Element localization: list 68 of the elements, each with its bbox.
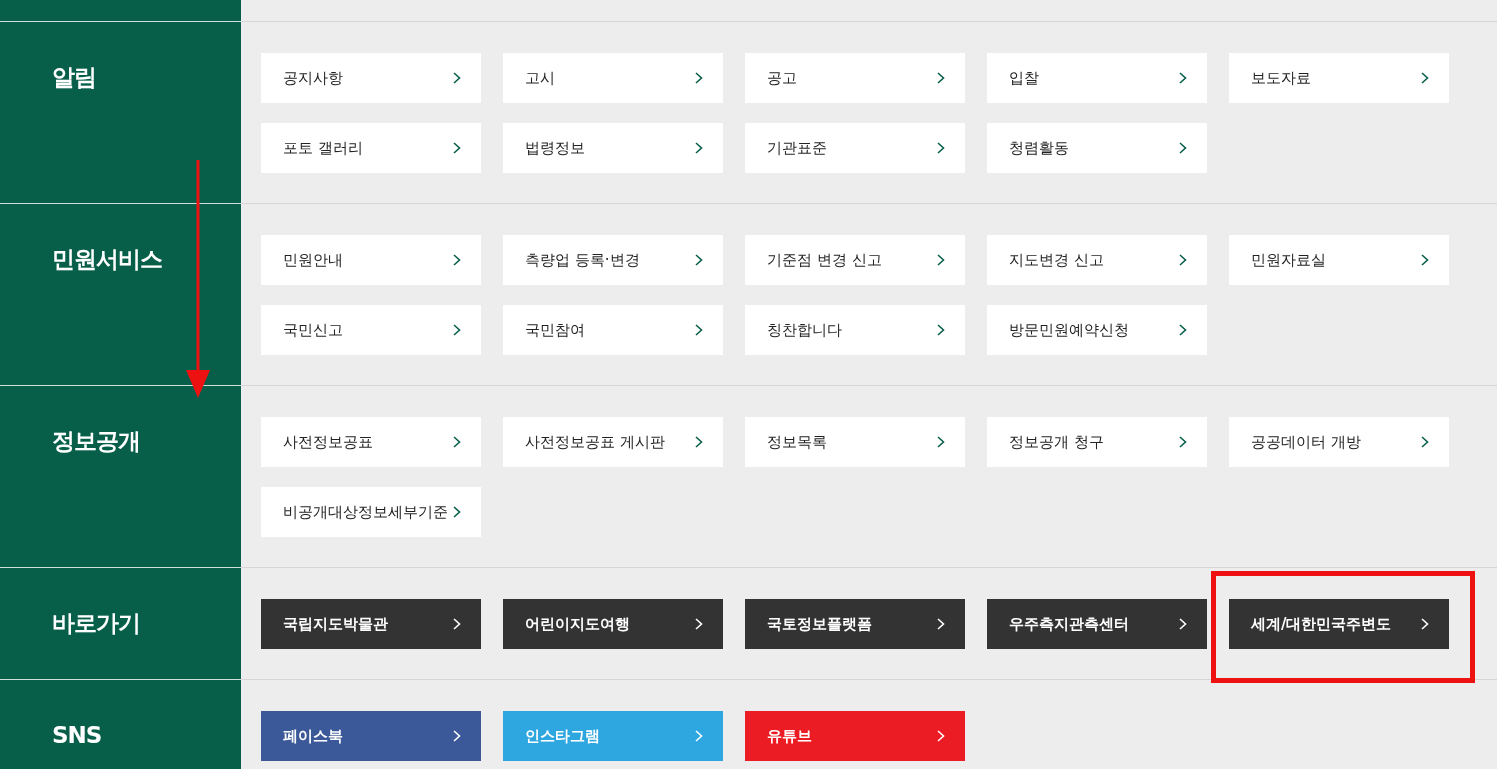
link-button[interactable]: 어린이지도여행 <box>503 599 723 649</box>
link-button[interactable]: 칭찬합니다 <box>745 305 965 355</box>
link-button[interactable]: 비공개대상정보세부기준 <box>261 487 481 537</box>
link-button[interactable]: 포토 갤러리 <box>261 123 481 173</box>
chevron-right-icon <box>453 506 461 518</box>
link-button[interactable]: 입찰 <box>987 53 1207 103</box>
link-button[interactable]: 사전정보공표 게시판 <box>503 417 723 467</box>
link-button[interactable]: 공공데이터 개방 <box>1229 417 1449 467</box>
link-button[interactable]: 민원자료실 <box>1229 235 1449 285</box>
link-button[interactable]: 페이스북 <box>261 711 481 761</box>
section-heading: 정보공개 <box>52 427 141 456</box>
section-heading: 알림 <box>52 63 97 92</box>
chevron-right-icon <box>695 618 703 630</box>
link-button[interactable]: 고시 <box>503 53 723 103</box>
chevron-right-icon <box>937 72 945 84</box>
link-button[interactable]: 법령정보 <box>503 123 723 173</box>
link-button[interactable]: 사전정보공표 <box>261 417 481 467</box>
link-button[interactable]: 우주측지관측센터 <box>987 599 1207 649</box>
chevron-right-icon <box>453 618 461 630</box>
section-heading: 민원서비스 <box>52 245 163 274</box>
link-button[interactable]: 지도변경 신고 <box>987 235 1207 285</box>
chevron-right-icon <box>937 436 945 448</box>
link-button[interactable]: 국립지도박물관 <box>261 599 481 649</box>
chevron-right-icon <box>1179 618 1187 630</box>
link-button[interactable]: 국민참여 <box>503 305 723 355</box>
link-button[interactable]: 측량업 등록·변경 <box>503 235 723 285</box>
chevron-right-icon <box>695 72 703 84</box>
chevron-right-icon <box>695 324 703 336</box>
chevron-right-icon <box>1179 72 1187 84</box>
chevron-right-icon <box>937 254 945 266</box>
link-button[interactable]: 국민신고 <box>261 305 481 355</box>
chevron-right-icon <box>695 436 703 448</box>
link-button[interactable]: 기관표준 <box>745 123 965 173</box>
chevron-right-icon <box>453 254 461 266</box>
chevron-right-icon <box>453 72 461 84</box>
section-heading: SNS <box>52 721 103 750</box>
chevron-right-icon <box>453 436 461 448</box>
chevron-right-icon <box>1421 72 1429 84</box>
chevron-right-icon <box>1179 142 1187 154</box>
chevron-right-icon <box>453 324 461 336</box>
chevron-right-icon <box>695 142 703 154</box>
chevron-right-icon <box>695 254 703 266</box>
chevron-right-icon <box>695 730 703 742</box>
chevron-right-icon <box>937 324 945 336</box>
link-button[interactable]: 보도자료 <box>1229 53 1449 103</box>
link-button[interactable]: 방문민원예약신청 <box>987 305 1207 355</box>
link-button[interactable]: 세계/대한민국주변도 <box>1229 599 1449 649</box>
link-button[interactable]: 민원안내 <box>261 235 481 285</box>
link-button[interactable]: 기준점 변경 신고 <box>745 235 965 285</box>
link-button[interactable]: 정보공개 청구 <box>987 417 1207 467</box>
chevron-right-icon <box>1421 254 1429 266</box>
link-button[interactable]: 정보목록 <box>745 417 965 467</box>
link-button[interactable]: 공고 <box>745 53 965 103</box>
chevron-right-icon <box>937 618 945 630</box>
chevron-right-icon <box>453 730 461 742</box>
link-button[interactable]: 공지사항 <box>261 53 481 103</box>
chevron-right-icon <box>1179 324 1187 336</box>
chevron-right-icon <box>937 142 945 154</box>
chevron-right-icon <box>937 730 945 742</box>
link-button[interactable]: 국토정보플랫폼 <box>745 599 965 649</box>
link-button[interactable]: 청렴활동 <box>987 123 1207 173</box>
chevron-right-icon <box>1421 436 1429 448</box>
link-button[interactable]: 유튜브 <box>745 711 965 761</box>
chevron-right-icon <box>1421 618 1429 630</box>
section-heading: 바로가기 <box>52 609 141 638</box>
chevron-right-icon <box>453 142 461 154</box>
chevron-right-icon <box>1179 436 1187 448</box>
chevron-right-icon <box>1179 254 1187 266</box>
